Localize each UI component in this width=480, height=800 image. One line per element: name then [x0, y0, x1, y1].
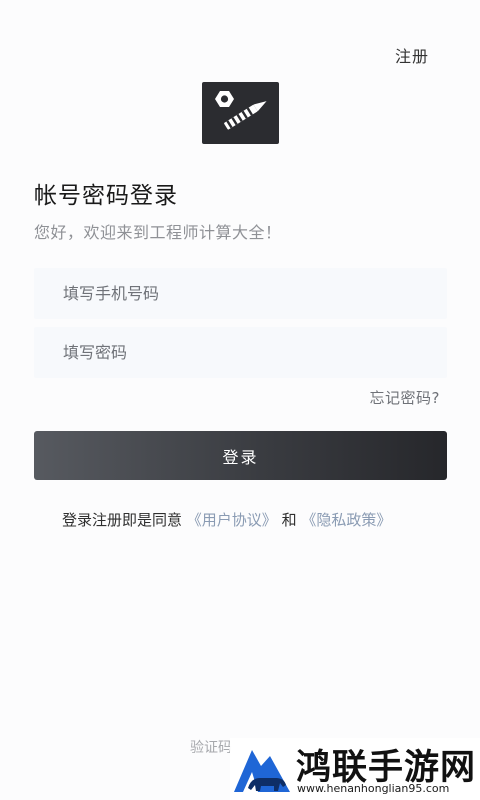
user-agreement-link[interactable]: 《用户协议》	[187, 511, 277, 529]
page-title: 帐号密码登录	[34, 183, 178, 209]
app-logo	[202, 82, 279, 144]
password-input[interactable]	[34, 327, 447, 378]
bull-mountain-icon	[234, 742, 290, 796]
register-link[interactable]: 注册	[395, 43, 429, 67]
login-button[interactable]: 登录	[34, 431, 447, 480]
watermark-url: www.henanhonglian95.com	[297, 782, 450, 795]
verification-code-login-link[interactable]: 验证码	[190, 737, 232, 757]
agreement-connector: 和	[281, 511, 297, 529]
nut-and-screw-icon	[215, 91, 267, 130]
privacy-policy-link[interactable]: 《隐私政策》	[301, 511, 391, 529]
forgot-password-link[interactable]: 忘记密码?	[370, 387, 440, 408]
watermark: 鸿联手游网 www.henanhonglian95.com	[230, 738, 480, 800]
welcome-subtitle: 您好，欢迎来到工程师计算大全！	[34, 223, 282, 242]
agreement-prefix: 登录注册即是同意	[62, 511, 183, 529]
agreement-text: 登录注册即是同意 《用户协议》 和 《隐私政策》	[62, 509, 391, 530]
phone-input[interactable]	[34, 268, 447, 319]
login-screen: 注册 帐号密码登录 您好，欢迎来到工程师计算大全！ 忘记密码? 登录 登录注册即…	[0, 0, 480, 800]
